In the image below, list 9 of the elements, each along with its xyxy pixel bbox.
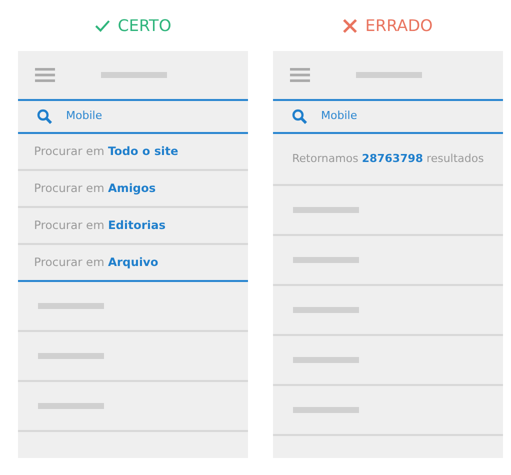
search-field[interactable]: Mobile xyxy=(66,108,186,125)
suggestion-item[interactable]: Procurar em Arquivo xyxy=(34,254,158,272)
results-count: Retornamos 28763798 resultados xyxy=(292,150,484,167)
suggestion-item[interactable]: Procurar em Editorias xyxy=(34,216,166,234)
suggestion-item[interactable]: Procurar em Amigos xyxy=(34,180,156,198)
search-field[interactable]: Mobile xyxy=(321,108,441,125)
suggestion-item[interactable]: Procurar em Todo o site xyxy=(34,142,178,160)
verdict-label: ERRADO xyxy=(365,14,433,36)
verdict-label: CERTO xyxy=(118,14,172,36)
